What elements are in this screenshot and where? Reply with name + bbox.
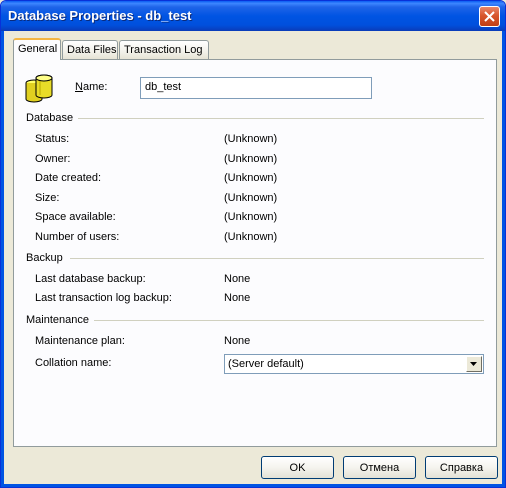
space-available-label: Space available: <box>35 211 116 223</box>
date-created-label: Date created: <box>35 172 102 184</box>
size-label: Size: <box>35 192 60 204</box>
maintenance-plan-label: Maintenance plan: <box>35 335 125 347</box>
name-label: Name: <box>75 81 108 93</box>
database-group-label: Database <box>26 112 74 124</box>
last-log-backup-label: Last transaction log backup: <box>35 292 172 304</box>
window-title: Database Properties - db_test <box>8 8 192 23</box>
chevron-down-icon <box>470 362 477 366</box>
close-icon <box>484 11 495 22</box>
last-database-backup-value: None <box>224 273 251 285</box>
tab-data-files[interactable]: Data Files <box>62 40 118 59</box>
general-tab-panel: Name: db_test Database Status: (Unknown)… <box>13 59 497 447</box>
maintenance-group-divider <box>94 320 484 321</box>
dialog-window: Database Properties - db_test General Da… <box>0 0 506 488</box>
last-log-backup-value: None <box>224 292 251 304</box>
size-value: (Unknown) <box>224 192 278 204</box>
space-available-value: (Unknown) <box>224 211 278 223</box>
tab-general[interactable]: General <box>13 38 61 60</box>
database-icon <box>25 74 53 103</box>
window-frame-right <box>502 31 505 487</box>
name-field[interactable]: db_test <box>140 77 372 99</box>
cancel-button[interactable]: Отмена <box>343 456 416 479</box>
status-value: (Unknown) <box>224 133 278 145</box>
ok-button[interactable]: OK <box>261 456 334 479</box>
collation-label: Collation name: <box>35 357 112 369</box>
maintenance-group-label: Maintenance <box>26 314 89 326</box>
close-button[interactable] <box>479 6 500 27</box>
last-database-backup-label: Last database backup: <box>35 273 146 285</box>
tab-transaction-log[interactable]: Transaction Log <box>119 40 209 59</box>
backup-group-label: Backup <box>26 252 63 264</box>
window-frame-bottom <box>1 484 505 487</box>
owner-value: (Unknown) <box>224 153 278 165</box>
help-button[interactable]: Справка <box>425 456 498 479</box>
collation-dropdown-button[interactable] <box>466 356 482 372</box>
maintenance-plan-value: None <box>224 335 251 347</box>
collation-selected-value: (Server default) <box>228 358 304 370</box>
number-of-users-label: Number of users: <box>35 231 120 243</box>
window-frame-left <box>1 31 4 487</box>
backup-group-divider <box>70 258 484 259</box>
number-of-users-value: (Unknown) <box>224 231 278 243</box>
collation-dropdown[interactable]: (Server default) <box>224 354 484 374</box>
status-label: Status: <box>35 133 70 145</box>
title-bar[interactable]: Database Properties - db_test <box>1 1 505 31</box>
database-group-divider <box>78 118 484 119</box>
date-created-value: (Unknown) <box>224 172 278 184</box>
owner-label: Owner: <box>35 153 71 165</box>
